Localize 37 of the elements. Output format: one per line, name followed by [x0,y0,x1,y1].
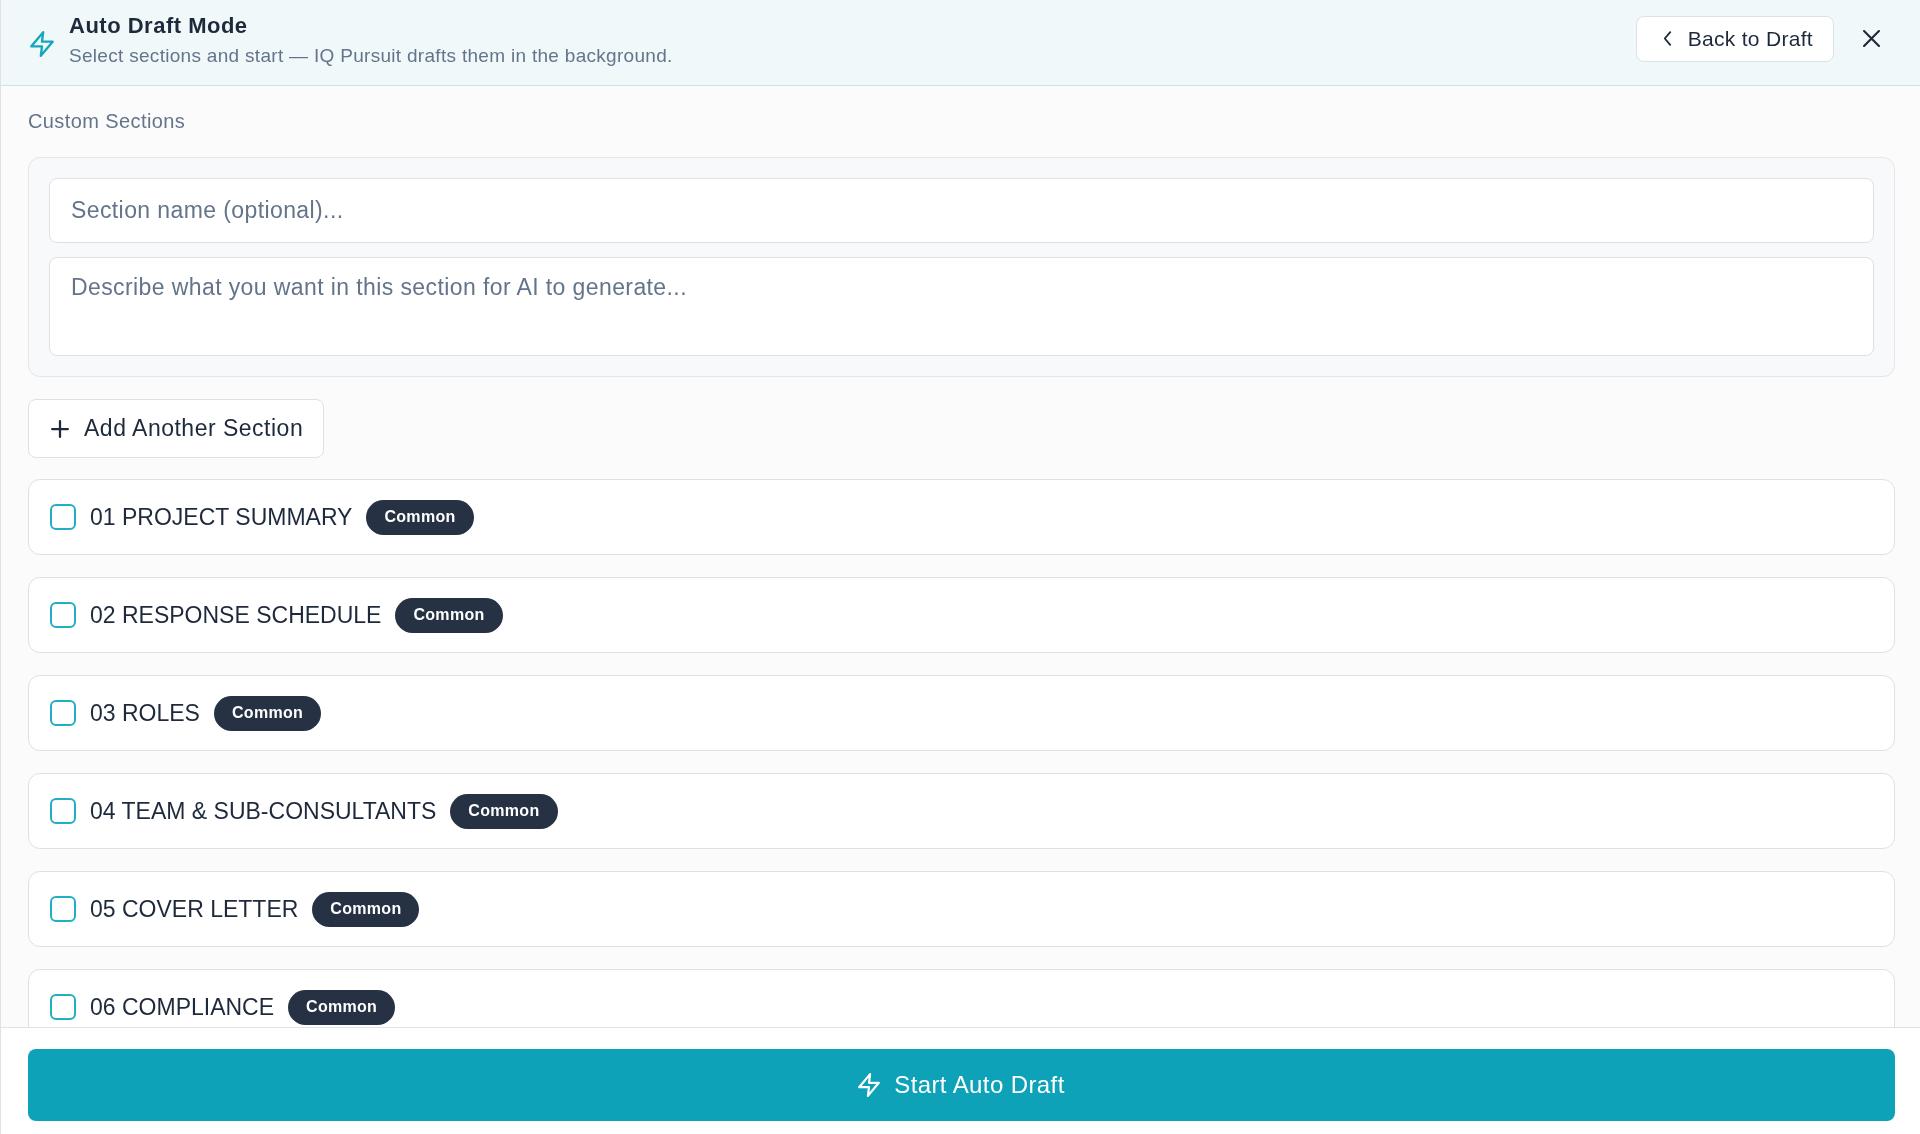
description-field[interactable]: Describe what you want in this section for AI to generate... [49,257,1874,356]
tag-badge: Common [213,695,322,731]
section-title: 04 TEAM & SUB-CONSULTANTS [90,797,437,826]
section-title: 02 RESPONSE SCHEDULE [90,601,382,630]
section-title: 01 PROJECT SUMMARY [90,503,353,532]
section-option[interactable]: 03 ROLES Common [28,675,1895,751]
back-button[interactable]: Back to Draft [1635,15,1834,62]
checkbox[interactable] [50,896,76,922]
section-title: 06 COMPLIANCE [90,993,275,1022]
close-button[interactable] [1863,30,1880,47]
section-heading: Custom Sections [28,109,186,133]
tag-badge: Common [312,891,420,927]
tag-badge: Common [366,499,474,535]
checkbox[interactable] [50,602,76,628]
section-name-field[interactable]: Section name (optional)... [49,178,1874,243]
section-title: 05 COVER LETTER [90,895,299,924]
section-option[interactable]: 05 COVER LETTER Common [28,871,1895,947]
section-option[interactable]: 06 COMPLIANCE Common [28,969,1895,1027]
plus-icon [51,419,69,438]
checkbox[interactable] [50,504,76,530]
checkbox[interactable] [50,700,76,726]
lightning-icon [30,30,54,57]
close-icon [1863,30,1880,47]
lightning-icon [858,1073,881,1097]
panel-title: Auto Draft Mode [69,12,248,39]
chevron-left-icon [1662,31,1672,46]
section-title: 03 ROLES [90,699,200,728]
tag-badge: Common [288,989,396,1025]
add-section-button[interactable]: Add Another Section [28,399,325,458]
section-option[interactable]: 02 RESPONSE SCHEDULE Common [28,577,1895,653]
checkbox[interactable] [50,994,76,1020]
panel-subtitle: Select sections and start — IQ Pursuit drafts them in the background. [69,44,673,67]
section-option[interactable]: 04 TEAM & SUB-CONSULTANTS Common [28,773,1895,849]
section-option[interactable]: 01 PROJECT SUMMARY Common [28,479,1895,555]
tag-badge: Common [395,597,503,633]
tag-badge: Common [450,793,558,829]
checkbox[interactable] [50,798,76,824]
